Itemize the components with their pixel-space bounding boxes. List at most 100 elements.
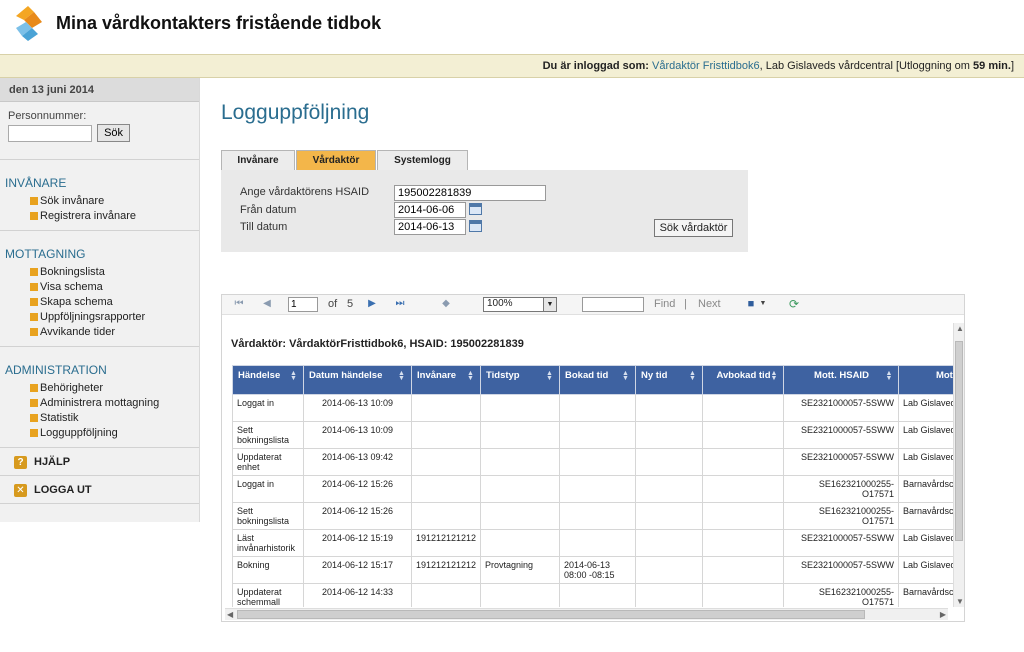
tab-systemlogg[interactable]: Systemlogg [377, 150, 468, 170]
tab-vardaktor[interactable]: Vårdaktör [296, 150, 376, 170]
page-number-input[interactable] [288, 297, 318, 312]
zoom-value: 100% [487, 298, 513, 309]
arrow-bullet-icon [30, 399, 38, 407]
table-cell [635, 421, 703, 449]
scroll-thumb[interactable] [955, 341, 963, 541]
column-header[interactable]: Mott. HSAID ▲ ▼ [783, 365, 899, 395]
column-header[interactable]: Invånare ▲ ▼ [411, 365, 481, 395]
table-cell: Lab Gislaved [898, 448, 953, 476]
find-input[interactable] [582, 297, 644, 312]
column-header[interactable]: Mott [898, 365, 953, 395]
find-link[interactable]: Find [654, 298, 675, 310]
table-cell [635, 556, 703, 584]
table-cell [480, 502, 560, 530]
sort-icon[interactable]: ▲ ▼ [398, 370, 406, 382]
export-save-icon[interactable]: ■ [746, 299, 756, 310]
column-header[interactable]: Avbokad tid ▲ ▼ [702, 365, 784, 395]
report-toolbar: ⏮ ◀ of 5 ▶ ⏭ ◆ 100% ▼ Find | Next ■ ▼ ⟳ [222, 295, 964, 315]
search-button[interactable]: Sök [97, 124, 131, 142]
column-header[interactable]: Ny tid ▲ ▼ [635, 365, 703, 395]
arrow-bullet-icon [30, 197, 38, 205]
table-cell: 2014-06-12 15:19 [303, 529, 412, 557]
sidebar-item-administrera-mottagning[interactable]: Administrera mottagning [0, 396, 199, 411]
scroll-up-icon[interactable]: ▲ [956, 324, 964, 333]
table-cell [480, 583, 560, 607]
table-cell: SE162321000255-O17571 [783, 475, 899, 503]
column-header[interactable]: Tidstyp ▲ ▼ [480, 365, 560, 395]
sort-icon[interactable]: ▲ ▼ [885, 370, 893, 382]
table-cell: Loggat in [232, 475, 304, 503]
sidebar-item-logguppfoljning[interactable]: Logguppföljning [0, 426, 199, 441]
from-date-input[interactable] [394, 202, 466, 218]
arrow-bullet-icon [30, 384, 38, 392]
calendar-icon[interactable] [469, 203, 482, 215]
login-suffix: ] [1010, 60, 1014, 72]
table-cell: Lab Gislaved [898, 556, 953, 584]
to-date-input[interactable] [394, 219, 466, 235]
horizontal-scrollbar[interactable]: ◀ ▶ [225, 608, 948, 620]
sort-icon[interactable]: ▲ ▼ [290, 370, 298, 382]
table-cell [702, 448, 784, 476]
sort-icon[interactable]: ▲ ▼ [689, 370, 697, 382]
sidebar-item-bokningslista[interactable]: Bokningslista [0, 265, 199, 280]
first-page-icon[interactable]: ⏮ [234, 299, 244, 309]
login-status-bar: Du är inloggad som: Vårdaktör Fristtidbo… [0, 54, 1024, 78]
table-cell: SE162321000255-O17571 [783, 502, 899, 530]
arrow-bullet-icon [30, 212, 38, 220]
sidebar-item-registrera-invanare[interactable]: Registrera invånare [0, 209, 199, 224]
sort-icon[interactable]: ▲ ▼ [622, 370, 630, 382]
table-cell [480, 448, 560, 476]
hsaid-input[interactable] [394, 185, 546, 201]
current-date: den 13 juni 2014 [0, 78, 199, 102]
help-button[interactable]: ? HJÄLP [0, 448, 199, 476]
vertical-scrollbar[interactable]: ▲ ▼ [953, 323, 964, 607]
last-page-icon[interactable]: ⏭ [395, 299, 405, 309]
logout-timer: 59 min. [973, 60, 1011, 72]
table-cell: Läst invånarhistorik [232, 529, 304, 557]
sort-icon[interactable]: ▲ ▼ [770, 370, 778, 382]
sidebar-item-visa-schema[interactable]: Visa schema [0, 280, 199, 295]
next-page-icon[interactable]: ▶ [367, 299, 377, 309]
refresh-icon[interactable]: ⟳ [789, 298, 799, 310]
personnummer-input[interactable] [8, 124, 92, 142]
sidebar-item-uppfoljningsrapporter[interactable]: Uppföljningsrapporter [0, 310, 199, 325]
sidebar-item-skapa-schema[interactable]: Skapa schema [0, 295, 199, 310]
table-cell [480, 475, 560, 503]
next-link[interactable]: Next [698, 298, 721, 310]
table-cell: Lab Gislaved [898, 421, 953, 449]
table-cell: SE2321000057-5SWW [783, 394, 899, 422]
table-cell [411, 421, 481, 449]
column-header[interactable]: Bokad tid ▲ ▼ [559, 365, 636, 395]
column-header[interactable]: Datum händelse ▲ ▼ [303, 365, 412, 395]
table-cell: Barnavårdsc [898, 475, 953, 503]
calendar-icon[interactable] [469, 220, 482, 232]
table-cell: 2014-06-12 15:17 [303, 556, 412, 584]
search-vardaktor-button[interactable]: Sök vårdaktör [654, 219, 733, 237]
sidebar-item-statistik[interactable]: Statistik [0, 411, 199, 426]
scroll-right-icon[interactable]: ▶ [940, 610, 946, 619]
back-icon[interactable]: ◆ [441, 299, 451, 309]
nav-section-invanare: INVÅNARE Sök invånare Registrera invånar… [0, 160, 199, 231]
column-header[interactable]: Händelse ▲ ▼ [232, 365, 304, 395]
previous-page-icon[interactable]: ◀ [262, 299, 272, 309]
table-cell: Sett bokningslista [232, 421, 304, 449]
nav-section-mottagning: MOTTAGNING Bokningslista Visa schema Ska… [0, 231, 199, 347]
sort-icon[interactable]: ▲ ▼ [467, 370, 475, 382]
sidebar-item-sok-invanare[interactable]: Sök invånare [0, 194, 199, 209]
help-icon: ? [14, 456, 27, 469]
sort-icon[interactable]: ▲ ▼ [546, 370, 554, 382]
logout-button[interactable]: ✕ LOGGA UT [0, 476, 199, 504]
chevron-down-icon[interactable]: ▼ [758, 299, 768, 309]
table-cell [411, 448, 481, 476]
sidebar-item-avvikande-tider[interactable]: Avvikande tider [0, 325, 199, 340]
app-header: Mina vårdkontakters fristående tidbok [0, 0, 1024, 54]
personnummer-search: Personnummer: Sök [0, 102, 199, 160]
logged-in-user[interactable]: Vårdaktör Fristtidbok6 [652, 60, 760, 72]
tab-invanare[interactable]: Invånare [221, 150, 295, 170]
zoom-select[interactable]: 100% ▼ [483, 297, 557, 312]
scroll-down-icon[interactable]: ▼ [956, 597, 964, 606]
scroll-thumb[interactable] [237, 610, 865, 619]
table-row: Loggat in 2014-06-12 15:26 SE162321000255-… [232, 475, 953, 503]
scroll-left-icon[interactable]: ◀ [227, 610, 233, 619]
sidebar-item-behorigheter[interactable]: Behörigheter [0, 381, 199, 396]
